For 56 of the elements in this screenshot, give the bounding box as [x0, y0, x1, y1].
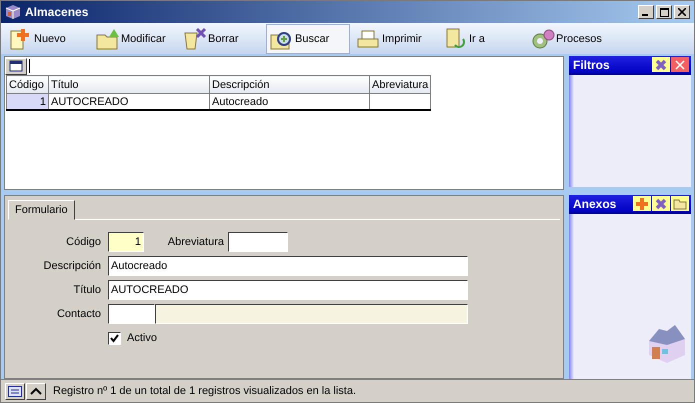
- table-cell: Autocreado: [210, 94, 370, 110]
- field-label: Contacto: [56, 308, 101, 320]
- checkbox-label: Activo: [127, 332, 157, 344]
- field-label: Código: [65, 236, 101, 248]
- toolbar-button[interactable]: Buscar: [266, 24, 350, 54]
- table-cell: 1: [6, 94, 48, 110]
- column-header[interactable]: Abreviatura: [370, 76, 431, 94]
- close-icon: [678, 8, 686, 16]
- folder-icon: [673, 198, 687, 210]
- clear-button[interactable]: [652, 57, 670, 72]
- bin-cross-icon: [182, 26, 208, 50]
- remove-button[interactable]: [652, 196, 670, 211]
- table-cell: [370, 94, 431, 110]
- table-cell: AUTOCREADO: [48, 94, 210, 110]
- cube-icon: [5, 4, 21, 20]
- cross-icon: [655, 198, 667, 210]
- toolbar-button[interactable]: Ir a: [440, 24, 524, 54]
- close-button[interactable]: [674, 5, 690, 19]
- view-button[interactable]: [5, 58, 27, 74]
- form-view-button[interactable]: [5, 382, 25, 400]
- toolbar-button[interactable]: Imprimir: [353, 24, 437, 54]
- field-label: Título: [72, 284, 101, 296]
- abbreviation-field[interactable]: [228, 232, 288, 252]
- minimize-button[interactable]: [638, 5, 654, 19]
- field-label: Abreviatura: [166, 236, 224, 248]
- form-icon: [8, 386, 22, 396]
- cross-icon: [655, 58, 667, 70]
- folder-button[interactable]: [671, 196, 689, 211]
- close-icon: [674, 58, 686, 70]
- contact-name-field[interactable]: [155, 304, 468, 324]
- plus-icon: [636, 198, 648, 210]
- panel-title: Anexos: [573, 196, 618, 210]
- maximize-button[interactable]: [656, 5, 672, 19]
- add-button[interactable]: [633, 196, 651, 211]
- column-header[interactable]: Título: [48, 76, 210, 94]
- caret-up-icon: [30, 387, 42, 395]
- status-text: Registro nº 1 de un total de 1 registros visualizados en la lista.: [53, 385, 356, 397]
- toolbar-button[interactable]: Procesos: [527, 24, 611, 54]
- description-field[interactable]: Autocreado: [108, 256, 468, 276]
- column-header[interactable]: Código: [6, 76, 48, 94]
- form-tab[interactable]: Formulario: [8, 200, 75, 220]
- checkbox[interactable]: [108, 332, 121, 344]
- column-header[interactable]: Descripción: [210, 76, 370, 94]
- field-label: Descripción: [42, 260, 101, 272]
- contact-code-field[interactable]: [108, 304, 155, 324]
- window-icon: [9, 60, 23, 72]
- collapse-button[interactable]: [26, 382, 46, 400]
- toolbar-button[interactable]: Nuevo: [5, 24, 89, 54]
- toolbar-button[interactable]: Modificar: [92, 24, 176, 54]
- folder-arrow-icon: [95, 26, 121, 50]
- title-field[interactable]: AUTOCREADO: [108, 280, 468, 300]
- toolbar-button[interactable]: Borrar: [179, 24, 263, 54]
- code-field[interactable]: 1: [108, 232, 144, 252]
- maximize-icon: [660, 8, 668, 16]
- panel-title: Filtros: [573, 58, 611, 72]
- window-title: Almacenes: [25, 5, 90, 19]
